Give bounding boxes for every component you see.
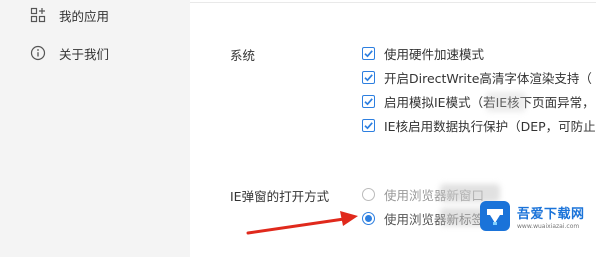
- watermark-title: 吾爱下载网: [517, 206, 585, 222]
- watermark: 吾爱下载网 www.wuaixiazai.com: [479, 196, 593, 236]
- watermark-logo-icon: [480, 201, 510, 231]
- watermark-url: www.wuaixiazai.com: [517, 222, 580, 230]
